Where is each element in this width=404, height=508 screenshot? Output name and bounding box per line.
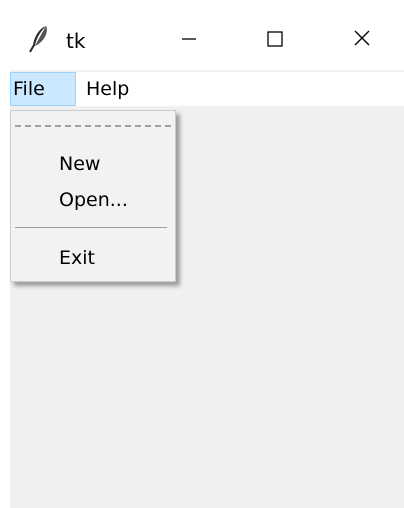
menu-item-new[interactable]: New [59, 153, 100, 175]
menu-file[interactable]: File [10, 72, 76, 106]
maximize-icon [267, 31, 283, 47]
title-bar[interactable]: tk [10, 10, 404, 70]
close-button[interactable] [318, 10, 404, 70]
file-dropdown-menu: New Open... Exit [10, 110, 176, 282]
minimize-icon [182, 38, 196, 40]
menu-separator [15, 227, 167, 228]
menu-bar: File Help [10, 72, 404, 106]
feather-icon [26, 24, 52, 54]
window-title: tk [66, 29, 86, 53]
maximize-button[interactable] [232, 10, 318, 70]
menu-item-exit[interactable]: Exit [59, 247, 95, 269]
close-icon [354, 30, 370, 46]
tearoff-line[interactable] [15, 125, 171, 127]
menu-help[interactable]: Help [80, 72, 135, 106]
minimize-button[interactable] [146, 10, 232, 70]
menu-item-open[interactable]: Open... [59, 189, 128, 211]
app-window: tk File Help New Open... Exit [10, 10, 404, 508]
